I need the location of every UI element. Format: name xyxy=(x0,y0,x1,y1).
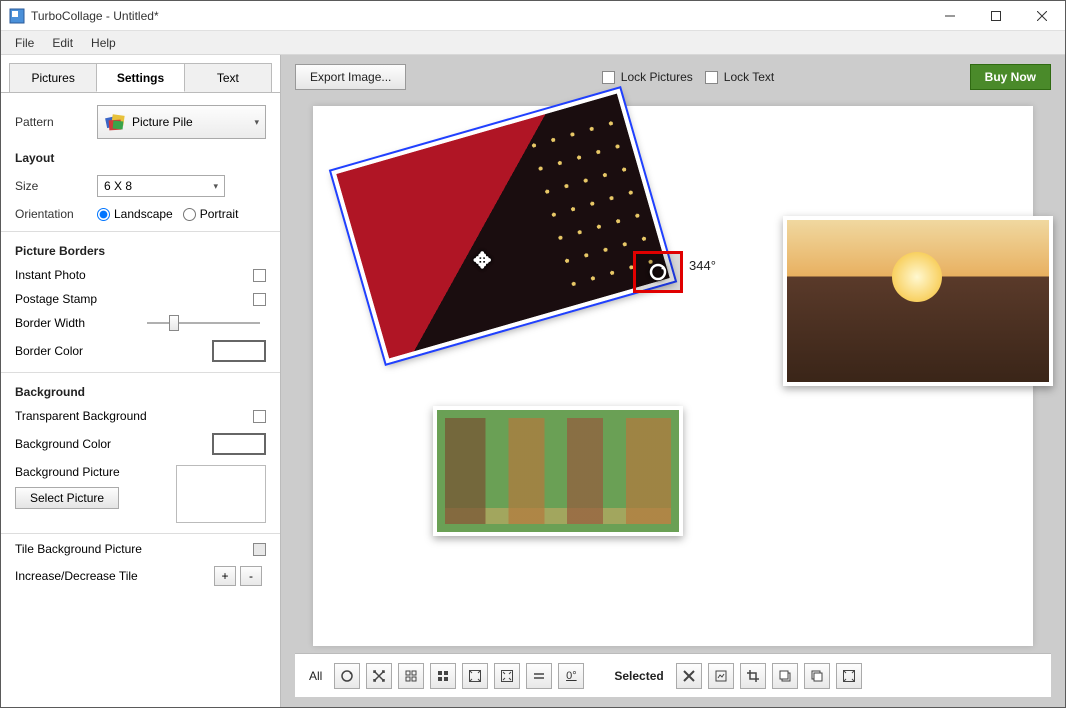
lock-text-toggle[interactable]: Lock Text xyxy=(705,70,774,84)
orientation-landscape[interactable]: Landscape xyxy=(97,207,173,221)
tile-scale-label: Increase/Decrease Tile xyxy=(15,569,214,583)
separator xyxy=(1,372,280,373)
buy-now-button[interactable]: Buy Now xyxy=(970,64,1051,90)
export-image-button[interactable]: Export Image... xyxy=(295,64,406,90)
collage-picture[interactable] xyxy=(783,216,1053,386)
fill-all-button[interactable] xyxy=(494,663,520,689)
maximize-button[interactable] xyxy=(973,1,1019,31)
menu-edit[interactable]: Edit xyxy=(44,33,81,53)
send-back-button[interactable] xyxy=(804,663,830,689)
sidebar: Pictures Settings Text Pattern Picture P… xyxy=(1,55,281,707)
separator xyxy=(1,533,280,534)
size-label: Size xyxy=(15,179,97,193)
border-width-slider[interactable] xyxy=(141,322,267,324)
collage-picture[interactable] xyxy=(433,406,683,536)
borders-section-title: Picture Borders xyxy=(15,244,266,258)
grid-all-button[interactable] xyxy=(398,663,424,689)
pile-icon xyxy=(104,111,126,133)
orientation-label: Orientation xyxy=(15,207,97,221)
rotate-all-button[interactable] xyxy=(334,663,360,689)
size-dropdown[interactable]: 6 X 8 ▾ xyxy=(97,175,225,197)
separator xyxy=(1,231,280,232)
lock-pictures-checkbox[interactable] xyxy=(602,71,615,84)
pattern-label: Pattern xyxy=(15,115,97,129)
canvas-wrapper: ✥ 344° xyxy=(281,99,1065,647)
bg-color-label: Background Color xyxy=(15,437,212,451)
border-color-label: Border Color xyxy=(15,344,212,358)
border-color-swatch[interactable] xyxy=(212,340,266,362)
background-section-title: Background xyxy=(15,385,266,399)
bring-front-button[interactable] xyxy=(772,663,798,689)
fit-selected-button[interactable] xyxy=(836,663,862,689)
app-icon xyxy=(9,8,25,24)
window-title: TurboCollage - Untitled* xyxy=(31,9,927,23)
reset-rotation-all-button[interactable]: 0° xyxy=(558,663,584,689)
top-toolbar: Export Image... Lock Pictures Lock Text … xyxy=(281,55,1065,99)
chevron-down-icon: ▾ xyxy=(254,117,259,128)
lock-pictures-toggle[interactable]: Lock Pictures xyxy=(602,70,693,84)
tab-pictures[interactable]: Pictures xyxy=(9,63,97,92)
selected-label: Selected xyxy=(614,669,663,683)
transparent-bg-checkbox[interactable] xyxy=(253,410,266,423)
chevron-down-icon: ▾ xyxy=(213,181,218,192)
tile-bg-label: Tile Background Picture xyxy=(15,542,253,556)
tile-decrease-button[interactable]: - xyxy=(240,566,262,586)
size-value: 6 X 8 xyxy=(104,179,132,193)
bg-picture-label: Background Picture xyxy=(15,465,176,479)
delete-selected-button[interactable] xyxy=(676,663,702,689)
fit-all-button[interactable] xyxy=(462,663,488,689)
menu-file[interactable]: File xyxy=(7,33,42,53)
pattern-dropdown[interactable]: Picture Pile ▾ xyxy=(97,105,266,139)
sidebar-tabs: Pictures Settings Text xyxy=(1,63,280,93)
app-window: TurboCollage - Untitled* File Edit Help … xyxy=(0,0,1066,708)
straighten-all-button[interactable] xyxy=(526,663,552,689)
all-label: All xyxy=(309,669,322,683)
layout-section-title: Layout xyxy=(15,151,266,165)
bottom-toolbar: All 0° Selected xyxy=(295,653,1051,697)
postage-stamp-label: Postage Stamp xyxy=(15,292,253,306)
menubar: File Edit Help xyxy=(1,31,1065,55)
titlebar: TurboCollage - Untitled* xyxy=(1,1,1065,31)
swap-selected-button[interactable] xyxy=(708,663,734,689)
menu-help[interactable]: Help xyxy=(83,33,124,53)
content-area: Pictures Settings Text Pattern Picture P… xyxy=(1,55,1065,707)
bg-color-swatch[interactable] xyxy=(212,433,266,455)
main-panel: Export Image... Lock Pictures Lock Text … xyxy=(281,55,1065,707)
postage-stamp-checkbox[interactable] xyxy=(253,293,266,306)
collage-canvas[interactable]: ✥ 344° xyxy=(313,106,1033,646)
crop-selected-button[interactable] xyxy=(740,663,766,689)
radio-portrait[interactable] xyxy=(183,208,196,221)
rotation-readout: 344° xyxy=(689,258,716,273)
instant-photo-checkbox[interactable] xyxy=(253,269,266,282)
close-button[interactable] xyxy=(1019,1,1065,31)
tab-text[interactable]: Text xyxy=(184,63,272,92)
tab-settings[interactable]: Settings xyxy=(96,63,184,92)
transparent-bg-label: Transparent Background xyxy=(15,409,253,423)
bg-picture-preview[interactable] xyxy=(176,465,266,523)
radio-landscape[interactable] xyxy=(97,208,110,221)
grid-fill-all-button[interactable] xyxy=(430,663,456,689)
tile-increase-button[interactable]: + xyxy=(214,566,236,586)
tile-bg-checkbox[interactable] xyxy=(253,543,266,556)
border-width-label: Border Width xyxy=(15,316,141,330)
window-controls xyxy=(927,1,1065,31)
slider-thumb[interactable] xyxy=(169,315,179,331)
settings-panel: Pattern Picture Pile ▾ Layout Size 6 X 8 xyxy=(1,93,280,707)
pattern-value: Picture Pile xyxy=(132,115,248,129)
orientation-portrait[interactable]: Portrait xyxy=(183,207,239,221)
rotation-handle[interactable] xyxy=(633,251,683,293)
lock-text-checkbox[interactable] xyxy=(705,71,718,84)
minimize-button[interactable] xyxy=(927,1,973,31)
shuffle-all-button[interactable] xyxy=(366,663,392,689)
collage-picture-selected[interactable] xyxy=(331,89,675,364)
instant-photo-label: Instant Photo xyxy=(15,268,253,282)
select-picture-button[interactable]: Select Picture xyxy=(15,487,119,509)
